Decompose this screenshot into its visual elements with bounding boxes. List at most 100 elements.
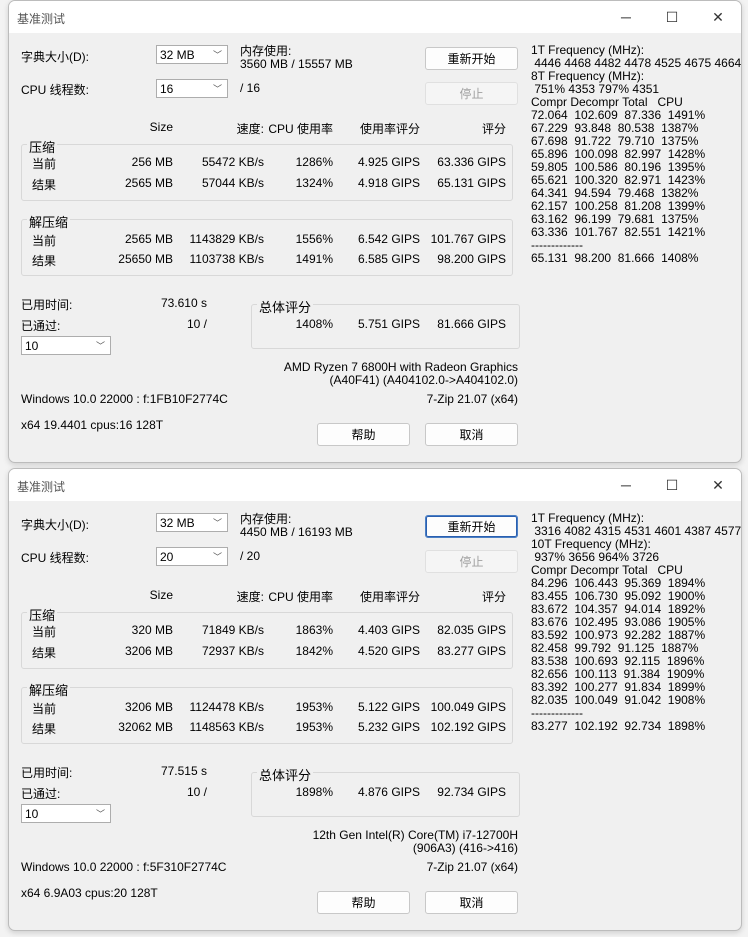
passed-label: 已通过: [21,319,61,333]
compress-label: 压缩 [27,137,58,156]
cell-size: 32062 MB [118,720,173,734]
passed-value: 10 / [186,785,207,799]
thread-count-label: CPU 线程数: [21,83,90,97]
maximize-button[interactable]: ☐ [652,475,692,495]
cpu-id: (A40F41) (A404102.0->A404102.0) [329,373,518,387]
overall-rating: 4.876 GIPS [357,785,420,799]
memory-usage-value: 4450 MB / 16193 MB [240,525,353,539]
cell-size: 2565 MB [124,232,173,246]
cell-speed: 1103738 KB/s [189,252,264,266]
dict-size-value: 32 MB [160,48,195,62]
minimize-button[interactable]: ─ [606,7,646,27]
cell-rating: 5.122 GIPS [357,700,420,714]
restart-button[interactable]: 重新开始 [425,515,518,538]
thread-count-value: 20 [160,550,174,564]
chevron-down-icon: ﹀ [212,518,222,528]
cancel-button[interactable]: 取消 [425,423,518,446]
passed-label: 已通过: [21,787,61,801]
arch-info: x64 19.4401 cpus:16 128T [21,418,164,432]
overall-label: 总体评分 [257,297,314,316]
decompress-group [21,687,513,744]
memory-usage-value: 3560 MB / 15557 MB [240,57,353,71]
cell-cpu-usage: 1953% [295,700,333,714]
header-score: 评分 [481,590,506,604]
cell-speed: 55472 KB/s [201,155,264,169]
cell-cpu-usage: 1324% [295,176,333,190]
help-button[interactable]: 帮助 [317,891,410,914]
os-info: Windows 10.0 22000 : f:5F310F2774C [21,860,227,874]
cancel-button[interactable]: 取消 [425,891,518,914]
elapsed-label: 已用时间: [21,766,73,780]
benchmark-window: 基准测试 ─ ☐ ✕ 字典大小(D): CPU 线程数: 32 MB ﹀ 20 ﹀ 内存使用: 445… [8,468,742,931]
header-size: Size [149,588,173,602]
cell-size: 256 MB [131,155,173,169]
os-info: Windows 10.0 22000 : f:1FB10F2774C [21,392,228,406]
decompress-label: 解压缩 [27,680,71,699]
help-button[interactable]: 帮助 [317,423,410,446]
cell-cpu-usage: 1491% [295,252,333,266]
header-cpu-usage: CPU 使用率 [268,590,333,604]
cell-rating: 4.918 GIPS [357,176,420,190]
cpu-name: AMD Ryzen 7 6800H with Radeon Graphics [283,360,518,374]
cell-cpu-usage: 1842% [295,644,333,658]
header-score: 评分 [481,122,506,136]
decompress-group [21,219,513,276]
dict-size-select[interactable]: 32 MB ﹀ [156,513,228,532]
cell-score: 63.336 GIPS [437,155,506,169]
passed-value: 10 / [186,317,207,331]
cell-score: 101.767 GIPS [430,232,506,246]
dict-size-select[interactable]: 32 MB ﹀ [156,45,228,64]
close-button[interactable]: ✕ [698,475,738,495]
thread-count-value: 16 [160,82,174,96]
header-rating: 使用率评分 [359,122,420,136]
compress-group [21,144,513,201]
overall-rating: 5.751 GIPS [357,317,420,331]
cell-size: 3206 MB [124,700,173,714]
row-label-current: 当前 [32,625,57,639]
overall-label: 总体评分 [257,765,314,784]
cell-score: 98.200 GIPS [437,252,506,266]
passes-select[interactable]: 10 ﹀ [21,336,111,355]
overall-cpu-usage: 1898% [295,785,333,799]
maximize-button[interactable]: ☐ [652,7,692,27]
version-info: 7-Zip 21.07 (x64) [426,392,518,406]
dict-size-label: 字典大小(D): [21,50,89,64]
passes-select[interactable]: 10 ﹀ [21,804,111,823]
cell-speed: 1143829 KB/s [189,232,264,246]
compress-label: 压缩 [27,605,58,624]
cell-size: 320 MB [131,623,173,637]
minimize-button[interactable]: ─ [606,475,646,495]
elapsed-value: 73.610 s [160,296,207,310]
benchmark-log: 1T Frequency (MHz): 3316 4082 4315 4531 … [531,512,741,733]
thread-count-select[interactable]: 20 ﹀ [156,547,228,566]
thread-count-label: CPU 线程数: [21,551,90,565]
version-info: 7-Zip 21.07 (x64) [426,860,518,874]
cell-rating: 6.585 GIPS [357,252,420,266]
row-label-current: 当前 [32,157,57,171]
benchmark-window: 基准测试 ─ ☐ ✕ 字典大小(D): CPU 线程数: 32 MB ﹀ 16 ﹀ 内存使用: 356… [8,0,742,463]
overall-cpu-usage: 1408% [295,317,333,331]
arch-info: x64 6.9A03 cpus:20 128T [21,886,158,900]
benchmark-log: 1T Frequency (MHz): 4446 4468 4482 4478 … [531,44,741,265]
header-rating: 使用率评分 [359,590,420,604]
cell-cpu-usage: 1953% [295,720,333,734]
close-button[interactable]: ✕ [698,7,738,27]
row-label-result: 结果 [32,646,57,660]
cell-cpu-usage: 1286% [295,155,333,169]
title-bar: 基准测试 ─ ☐ ✕ [9,469,741,501]
thread-count-select[interactable]: 16 ﹀ [156,79,228,98]
cell-speed: 72937 KB/s [201,644,264,658]
passes-value: 10 [25,339,39,353]
header-size: Size [149,120,173,134]
cell-size: 3206 MB [124,644,173,658]
cell-score: 82.035 GIPS [437,623,506,637]
chevron-down-icon: ﹀ [212,552,222,562]
dict-size-label: 字典大小(D): [21,518,89,532]
dict-size-value: 32 MB [160,516,195,530]
header-speed: 速度: [236,590,264,604]
restart-button[interactable]: 重新开始 [425,47,518,70]
cpu-name: 12th Gen Intel(R) Core(TM) i7-12700H [312,828,518,842]
cell-speed: 71849 KB/s [201,623,264,637]
window-title: 基准测试 [17,12,66,26]
overall-score: 92.734 GIPS [437,785,506,799]
